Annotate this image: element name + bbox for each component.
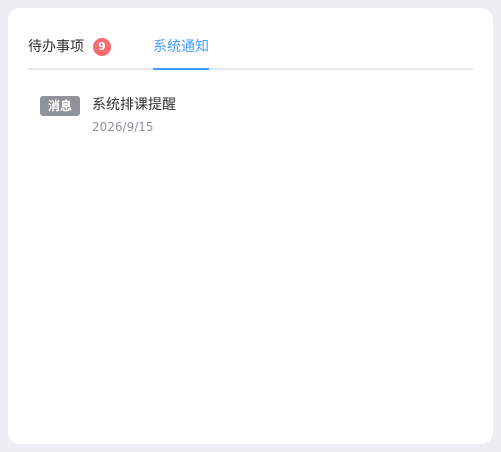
tab-bar: 待办事项 9 系统通知 — [28, 36, 473, 70]
tab-notify-label: 系统通知 — [153, 39, 209, 55]
tab-system-notifications[interactable]: 系统通知 — [153, 36, 209, 70]
tab-todo[interactable]: 待办事项 9 — [28, 36, 111, 68]
notification-card: 待办事项 9 系统通知 消息 系统排课提醒 2026/9/15 — [8, 8, 493, 444]
tab-todo-label: 待办事项 — [28, 39, 84, 55]
active-tab-indicator — [153, 68, 209, 70]
list-item[interactable]: 消息 系统排课提醒 2026/9/15 — [40, 94, 460, 138]
message-tag: 消息 — [40, 96, 80, 116]
todo-count-badge: 9 — [93, 38, 111, 56]
message-date: 2026/9/15 — [92, 120, 154, 134]
message-title: 系统排课提醒 — [92, 97, 176, 113]
